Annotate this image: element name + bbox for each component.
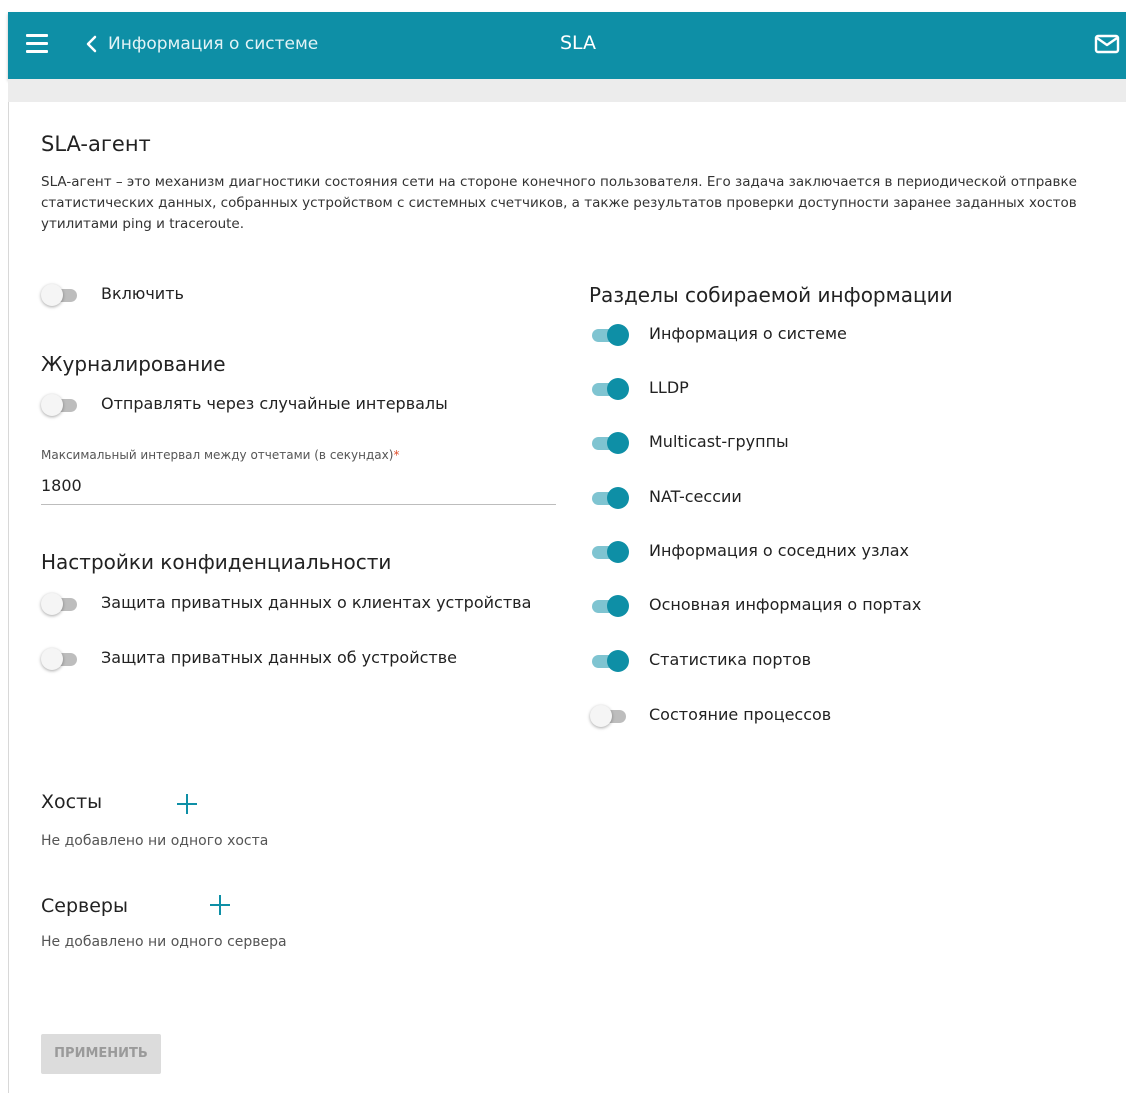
max-interval-underline: [41, 504, 556, 505]
main-content: SLA-агент SLA-агент – это механизм диагн…: [8, 102, 1126, 1093]
menu-icon[interactable]: [26, 34, 48, 54]
servers-title: Серверы: [41, 895, 128, 917]
top-bar: Информация о системе SLA: [8, 12, 1126, 79]
device-privacy-label: Защита приватных данных об устройстве: [101, 648, 457, 667]
section-label-nat: NAT-сессии: [649, 487, 742, 506]
enable-toggle-label: Включить: [101, 284, 184, 303]
max-interval-label-text: Максимальный интервал между отчетами (в …: [41, 448, 394, 462]
max-interval-input[interactable]: [41, 473, 541, 497]
client-privacy-label: Защита приватных данных о клиентах устро…: [101, 593, 532, 612]
section-toggle-nat[interactable]: [590, 487, 629, 509]
section-toggle-system-info[interactable]: [590, 324, 629, 346]
section-toggle-neighbors[interactable]: [590, 541, 629, 563]
page-title: SLA: [559, 32, 597, 54]
hosts-empty-text: Не добавлено ни одного хоста: [41, 833, 269, 849]
max-interval-label: Максимальный интервал между отчетами (в …: [41, 448, 399, 462]
section-toggle-processes[interactable]: [590, 705, 628, 727]
section-label-processes: Состояние процессов: [649, 705, 832, 724]
section-label-port-info: Основная информация о портах: [649, 595, 922, 614]
section-toggle-port-info[interactable]: [590, 595, 629, 617]
back-button[interactable]: Информация о системе: [84, 32, 318, 56]
header-shadow-strip: [8, 79, 1126, 102]
sla-agent-title: SLA-агент: [41, 132, 151, 156]
chevron-left-icon: [86, 35, 97, 53]
servers-empty-text: Не добавлено ни одного сервера: [41, 934, 287, 950]
back-label: Информация о системе: [108, 34, 319, 54]
section-label-neighbors: Информация о соседних узлах: [649, 541, 909, 560]
add-server-icon[interactable]: [208, 893, 232, 917]
client-privacy-toggle[interactable]: [41, 593, 79, 615]
enable-toggle[interactable]: [41, 284, 79, 306]
hosts-title: Хосты: [41, 791, 103, 813]
random-intervals-toggle[interactable]: [41, 394, 79, 416]
mail-icon[interactable]: [1094, 34, 1120, 54]
section-toggle-multicast[interactable]: [590, 432, 629, 454]
sections-title: Разделы собираемой информации: [589, 283, 953, 307]
section-label-system-info: Информация о системе: [649, 324, 847, 343]
section-label-multicast: Multicast-группы: [649, 432, 789, 451]
required-mark: *: [393, 448, 400, 462]
section-toggle-port-stats[interactable]: [590, 650, 629, 672]
add-host-icon[interactable]: [175, 792, 199, 816]
section-label-lldp: LLDP: [649, 378, 689, 397]
section-label-port-stats: Статистика портов: [649, 650, 812, 669]
sla-agent-description: SLA-агент – это механизм диагностики сос…: [41, 174, 1077, 232]
section-toggle-lldp[interactable]: [590, 378, 629, 400]
device-privacy-toggle[interactable]: [41, 648, 79, 670]
logging-title: Журналирование: [41, 352, 226, 376]
apply-button[interactable]: ПРИМЕНИТЬ: [41, 1034, 161, 1074]
random-intervals-label: Отправлять через случайные интервалы: [101, 394, 448, 413]
privacy-title: Настройки конфиденциальности: [41, 550, 392, 574]
